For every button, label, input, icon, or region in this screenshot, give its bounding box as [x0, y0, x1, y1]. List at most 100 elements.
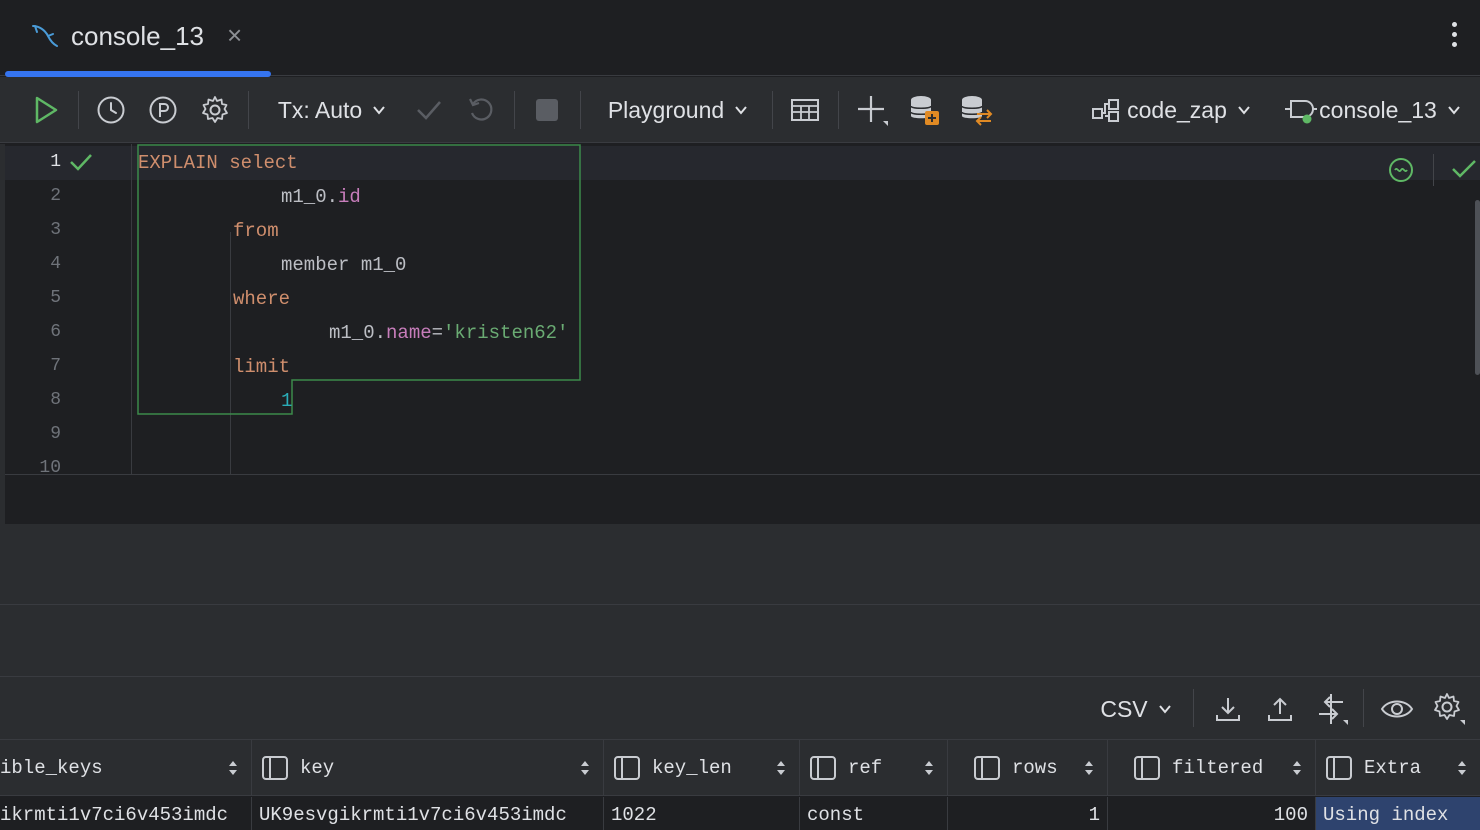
transaction-mode-dropdown[interactable]: Tx: Auto	[270, 77, 394, 143]
sort-icon[interactable]	[775, 758, 787, 778]
export-format-dropdown[interactable]: CSV	[1094, 677, 1178, 741]
chevron-down-icon	[1238, 106, 1250, 115]
p-circle-icon	[149, 96, 177, 124]
editor-scrollbar[interactable]	[1475, 200, 1480, 375]
sql-identifier: m1_0	[329, 322, 375, 344]
play-icon	[35, 96, 58, 124]
sql-string: 'kristen62'	[443, 322, 569, 344]
table-cell-selected[interactable]: Using index	[1316, 797, 1480, 830]
line-number: 9	[50, 424, 61, 444]
sql-number: 1	[281, 390, 293, 412]
table-cell[interactable]: 100	[1108, 797, 1316, 830]
history-button[interactable]	[90, 77, 132, 143]
column-icon	[810, 756, 836, 780]
column-header[interactable]: key_len	[604, 740, 800, 796]
parameters-button[interactable]	[142, 77, 184, 143]
tab-console[interactable]: console_13 ×	[5, 0, 271, 77]
more-options-icon[interactable]	[1450, 22, 1458, 52]
gear-icon	[1434, 693, 1465, 725]
column-name: ible_keys	[0, 757, 103, 779]
database-add-icon	[910, 96, 939, 125]
editor-toolbar: Tx: Auto Playground code_zap console_13	[0, 77, 1480, 143]
download-icon	[1216, 698, 1240, 721]
rollback-button[interactable]	[462, 77, 500, 143]
sort-icon[interactable]	[923, 758, 935, 778]
playground-dropdown[interactable]: Playground	[600, 77, 756, 143]
database-sync-icon	[961, 96, 993, 126]
column-icon	[262, 756, 288, 780]
column-name: ref	[848, 757, 883, 779]
column-header[interactable]: ible_keys	[0, 740, 252, 796]
table-cell[interactable]: 1	[948, 797, 1108, 830]
schema-icon	[1092, 99, 1120, 122]
column-name: key	[300, 757, 335, 779]
sql-identifier: member m1_0	[281, 254, 407, 276]
table-cell[interactable]: ikrmti1v7ci6v453imdc	[0, 797, 252, 830]
commit-button[interactable]	[410, 77, 448, 143]
upload-button[interactable]	[1260, 677, 1300, 741]
sql-keyword: EXPLAIN	[138, 152, 218, 174]
sort-icon[interactable]	[579, 758, 591, 778]
run-button[interactable]	[24, 77, 68, 143]
column-name: filtered	[1172, 757, 1264, 779]
table-row[interactable]: ikrmti1v7ci6v453imdc UK9esvgikrmti1v7ci6…	[0, 797, 1480, 830]
clock-icon	[97, 96, 125, 124]
column-header[interactable]: key	[252, 740, 604, 796]
add-datasource-button[interactable]	[904, 77, 944, 143]
column-icon	[974, 756, 1000, 780]
column-header[interactable]: rows	[948, 740, 1108, 796]
stop-button[interactable]	[528, 77, 566, 143]
sql-keyword: select	[229, 152, 298, 174]
column-name: Extra	[1364, 757, 1422, 779]
close-icon[interactable]: ×	[227, 20, 242, 51]
export-format-label: CSV	[1100, 695, 1148, 722]
tab-title: console_13	[71, 21, 204, 51]
download-button[interactable]	[1208, 677, 1248, 741]
column-name: key_len	[652, 757, 732, 779]
results-settings-button[interactable]	[1428, 677, 1470, 741]
chevron-down-icon	[373, 106, 385, 115]
inspection-status-icon[interactable]	[1387, 156, 1415, 184]
table-cell[interactable]: UK9esvgikrmti1v7ci6v453imdc	[252, 797, 604, 830]
tab-bar: console_13 ×	[0, 0, 1480, 77]
tx-mode-label: Tx: Auto	[277, 96, 363, 123]
settings-button[interactable]	[194, 77, 236, 143]
chevron-down-icon	[1448, 106, 1460, 115]
compare-arrows-icon	[1319, 694, 1348, 725]
results-column-headers: ible_keys key key_len ref rows filtered …	[0, 740, 1480, 796]
sql-editor[interactable]: 1 2 3 4 5 6 7 8 9 10 EXPLAIN select m1_0…	[0, 144, 1480, 524]
sort-icon[interactable]	[227, 758, 239, 778]
sort-icon[interactable]	[1456, 758, 1468, 778]
stop-icon	[536, 99, 558, 121]
plug-icon	[1285, 100, 1318, 124]
table-view-button[interactable]	[786, 77, 824, 143]
check-icon	[417, 101, 441, 120]
mysql-dolphin-icon	[32, 25, 58, 47]
compare-datasource-button[interactable]	[956, 77, 996, 143]
chevron-down-icon	[735, 106, 747, 115]
column-header[interactable]: ref	[800, 740, 948, 796]
no-problems-check-icon[interactable]	[1451, 158, 1477, 180]
sort-icon[interactable]	[1083, 758, 1095, 778]
column-icon	[614, 756, 640, 780]
table-cell[interactable]: const	[800, 797, 948, 830]
sql-keyword: where	[233, 288, 291, 310]
session-dropdown[interactable]: console_13	[1280, 77, 1464, 143]
gear-icon	[202, 96, 228, 123]
column-header[interactable]: filtered	[1108, 740, 1316, 796]
schema-dropdown[interactable]: code_zap	[1086, 77, 1256, 143]
services-panel-area	[0, 524, 1480, 676]
add-button[interactable]	[852, 77, 892, 143]
sort-icon[interactable]	[1291, 758, 1303, 778]
sql-field: id	[338, 186, 361, 208]
compare-button[interactable]	[1312, 677, 1352, 741]
line-number: 10	[39, 458, 61, 474]
view-button[interactable]	[1376, 677, 1418, 741]
column-header[interactable]: Extra	[1316, 740, 1480, 796]
eye-icon	[1380, 700, 1414, 718]
column-name: rows	[1012, 757, 1058, 779]
upload-icon	[1268, 697, 1292, 721]
table-cell[interactable]: 1022	[604, 797, 800, 830]
column-icon	[1134, 756, 1160, 780]
undo-icon	[469, 98, 493, 121]
